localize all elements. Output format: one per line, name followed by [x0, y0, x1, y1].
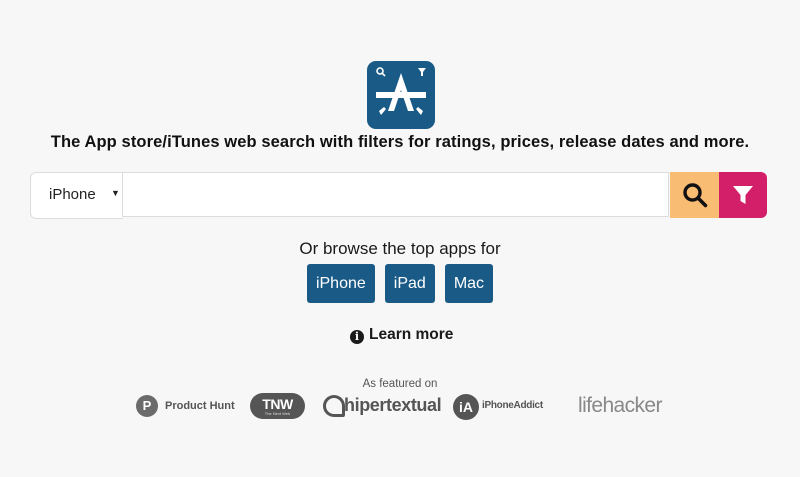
featured-logos: P Product Hunt TNW The Next Web hipertex… [0, 392, 800, 422]
search-button[interactable] [670, 172, 719, 218]
browse-buttons: iPhone iPad Mac [0, 264, 800, 303]
iphoneaddict-name: iPhoneAddict [482, 400, 543, 411]
learn-more-label: Learn more [369, 326, 454, 343]
tnw-name: TNW [262, 396, 293, 412]
app-logo[interactable] [367, 61, 435, 129]
hipertextual-mark [323, 395, 345, 417]
iphoneaddict-mark: iA [453, 394, 479, 420]
product-hunt-name: Product Hunt [165, 400, 235, 412]
page: The App store/iTunes web search with fil… [0, 0, 800, 477]
tnw-sub: The Next Web [264, 411, 291, 416]
product-hunt-mark: P [136, 395, 158, 417]
featured-title: As featured on [362, 378, 438, 390]
hipertextual-name: hipertextual [344, 395, 442, 415]
search-bar: iPhone ▼ [30, 172, 767, 219]
device-select-value: iPhone [49, 186, 96, 203]
browse-iphone-button[interactable]: iPhone [306, 264, 375, 303]
learn-more-link[interactable]: i Learn more [350, 326, 453, 344]
device-select[interactable]: iPhone ▼ [30, 172, 123, 219]
filter-button[interactable] [719, 172, 767, 218]
tagline: The App store/iTunes web search with fil… [50, 133, 750, 151]
tnw-pill: TNW The Next Web [250, 393, 305, 419]
info-icon: i [350, 330, 364, 344]
browse-ipad-button[interactable]: iPad [384, 264, 435, 303]
browse-prompt: Or browse the top apps for [299, 239, 501, 258]
filter-icon [733, 186, 753, 204]
app-store-search-filter-icon [376, 67, 426, 115]
browse-mac-button[interactable]: Mac [444, 264, 494, 303]
caret-down-icon: ▼ [111, 188, 120, 198]
lifehacker-name: lifehacker [578, 394, 662, 417]
search-icon [682, 183, 707, 208]
search-input[interactable] [122, 172, 669, 217]
